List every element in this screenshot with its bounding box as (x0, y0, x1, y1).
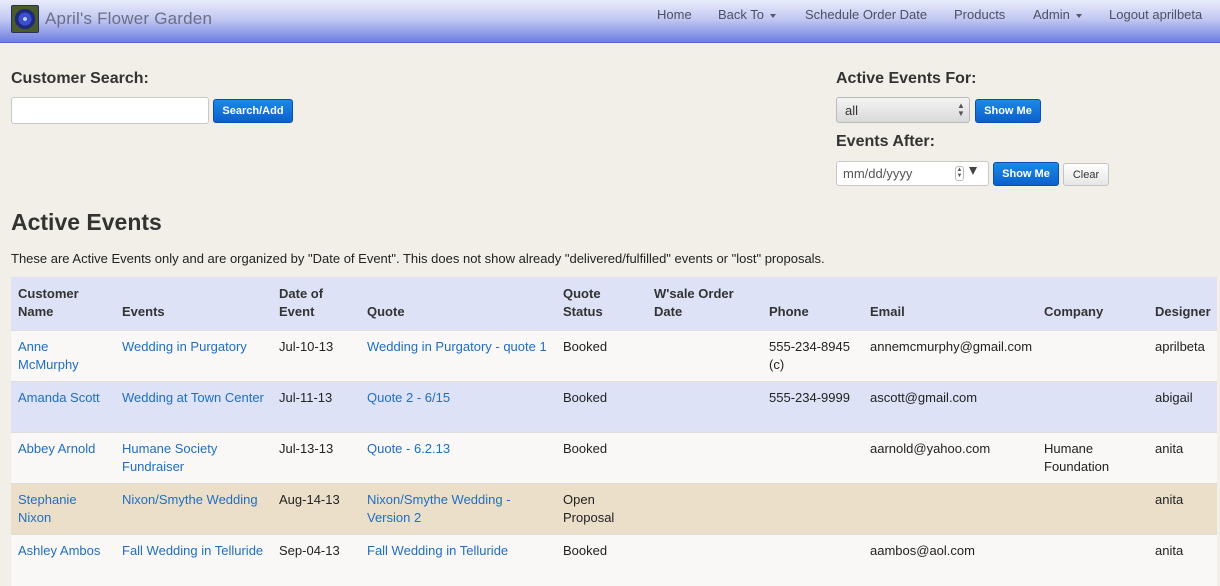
header-events: Events (115, 277, 272, 331)
show-me-button-events-for[interactable]: Show Me (975, 99, 1041, 123)
customer-link[interactable]: Anne McMurphy (18, 339, 79, 372)
event-link[interactable]: Wedding in Purgatory (122, 339, 247, 354)
wsale-order-date (647, 432, 762, 484)
header-quote: Quote (360, 277, 556, 331)
email: ascott@gmail.com (863, 381, 1037, 433)
header-quote-status: Quote Status (556, 277, 647, 331)
quote-status: Booked (556, 432, 647, 484)
company (1037, 483, 1148, 535)
active-events-for-select[interactable]: all ▲ ▼ (836, 97, 970, 123)
quote-status: Booked (556, 330, 647, 382)
quote-status: Booked (556, 381, 647, 433)
email: aarnold@yahoo.com (863, 432, 1037, 484)
header-wsale-order-date: W'sale Order Date (647, 277, 762, 331)
designer: aprilbeta (1148, 330, 1217, 382)
nav-back-to-label: Back To (718, 7, 765, 22)
active-events-table: Customer Name Events Date of Event Quote… (11, 277, 1217, 586)
designer: anita (1148, 432, 1217, 484)
select-value: all (845, 102, 859, 118)
search-add-button[interactable]: Search/Add (213, 99, 293, 123)
table-row: Abbey Arnold Humane Society Fundraiser J… (11, 432, 1217, 484)
event-date: Jul-10-13 (272, 330, 360, 382)
event-date: Sep-04-13 (272, 534, 360, 586)
nav-logout[interactable]: Logout aprilbeta (1109, 7, 1202, 22)
customer-link[interactable]: Stephanie Nixon (18, 492, 77, 525)
quote-link[interactable]: Wedding in Purgatory - quote 1 (367, 339, 547, 354)
date-placeholder: mm/dd/yyyy (843, 166, 913, 181)
header-phone: Phone (762, 277, 863, 331)
quote-link[interactable]: Fall Wedding in Telluride (367, 543, 508, 558)
date-dropdown-icon[interactable] (969, 167, 977, 175)
event-date: Jul-13-13 (272, 432, 360, 484)
quote-link[interactable]: Quote 2 - 6/15 (367, 390, 450, 405)
quote-link[interactable]: Nixon/Smythe Wedding - Version 2 (367, 492, 511, 525)
quote-status: Booked (556, 534, 647, 586)
caret-down-icon (770, 13, 777, 18)
select-arrows-icon: ▲ ▼ (957, 101, 965, 118)
table-row: Stephanie Nixon Nixon/Smythe Wedding Aug… (11, 483, 1217, 535)
nav-back-to[interactable]: Back To (718, 7, 777, 22)
email: aambos@aol.com (863, 534, 1037, 586)
event-link[interactable]: Nixon/Smythe Wedding (122, 492, 258, 507)
table-row: Ashley Ambos Fall Wedding in Telluride S… (11, 534, 1217, 586)
page-description: These are Active Events only and are org… (11, 251, 825, 266)
events-after-label: Events After: (836, 133, 935, 150)
page-title: Active Events (11, 209, 162, 235)
event-link[interactable]: Wedding at Town Center (122, 390, 264, 405)
wsale-order-date (647, 534, 762, 586)
designer: anita (1148, 534, 1217, 586)
company (1037, 381, 1148, 433)
quote-link[interactable]: Quote - 6.2.13 (367, 441, 450, 456)
caret-down-icon (1075, 13, 1082, 18)
header-company: Company (1037, 277, 1148, 331)
company: Humane Foundation (1037, 432, 1148, 484)
nav-home[interactable]: Home (657, 7, 692, 22)
event-link[interactable]: Humane Society Fundraiser (122, 441, 217, 474)
phone (762, 534, 863, 586)
nav-schedule-order-date[interactable]: Schedule Order Date (805, 7, 927, 22)
show-me-button-events-after[interactable]: Show Me (993, 162, 1059, 186)
designer: anita (1148, 483, 1217, 535)
header-email: Email (863, 277, 1037, 331)
company (1037, 534, 1148, 586)
company (1037, 330, 1148, 382)
events-after-date-input[interactable]: mm/dd/yyyy ▲ ▼ (836, 161, 989, 186)
customer-link[interactable]: Amanda Scott (18, 390, 100, 405)
wsale-order-date (647, 381, 762, 433)
header-designer: Designer (1148, 277, 1217, 331)
active-events-for-label: Active Events For: (836, 70, 977, 87)
header-customer-name: Customer Name (11, 277, 115, 331)
table-row: Anne McMurphy Wedding in Purgatory Jul-1… (11, 330, 1217, 382)
quote-status: Open Proposal (556, 483, 647, 535)
header-date-of-event: Date of Event (272, 277, 360, 331)
phone (762, 432, 863, 484)
flower-logo-icon (11, 5, 39, 33)
phone: 555-234-8945 (c) (762, 330, 863, 382)
designer: abigail (1148, 381, 1217, 433)
event-link[interactable]: Fall Wedding in Telluride (122, 543, 263, 558)
nav-admin-label: Admin (1033, 7, 1070, 22)
customer-search-label: Customer Search: (11, 70, 149, 87)
table-header-row: Customer Name Events Date of Event Quote… (11, 277, 1217, 331)
customer-search-input[interactable] (11, 97, 209, 124)
phone (762, 483, 863, 535)
email (863, 483, 1037, 535)
brand[interactable]: April's Flower Garden (11, 4, 212, 34)
wsale-order-date (647, 483, 762, 535)
wsale-order-date (647, 330, 762, 382)
app-title: April's Flower Garden (45, 9, 213, 28)
top-navbar: April's Flower Garden Home Back To Sched… (0, 0, 1220, 43)
nav-products[interactable]: Products (954, 7, 1005, 22)
clear-button[interactable]: Clear (1063, 163, 1109, 186)
date-spinner-icon[interactable]: ▲ ▼ (955, 166, 964, 181)
phone: 555-234-9999 (762, 381, 863, 433)
customer-link[interactable]: Abbey Arnold (18, 441, 95, 456)
event-date: Aug-14-13 (272, 483, 360, 535)
customer-link[interactable]: Ashley Ambos (18, 543, 100, 558)
nav-admin[interactable]: Admin (1033, 7, 1082, 22)
event-date: Jul-11-13 (272, 381, 360, 433)
email: annemcmurphy@gmail.com (863, 330, 1037, 382)
table-row: Amanda Scott Wedding at Town Center Jul-… (11, 381, 1217, 433)
